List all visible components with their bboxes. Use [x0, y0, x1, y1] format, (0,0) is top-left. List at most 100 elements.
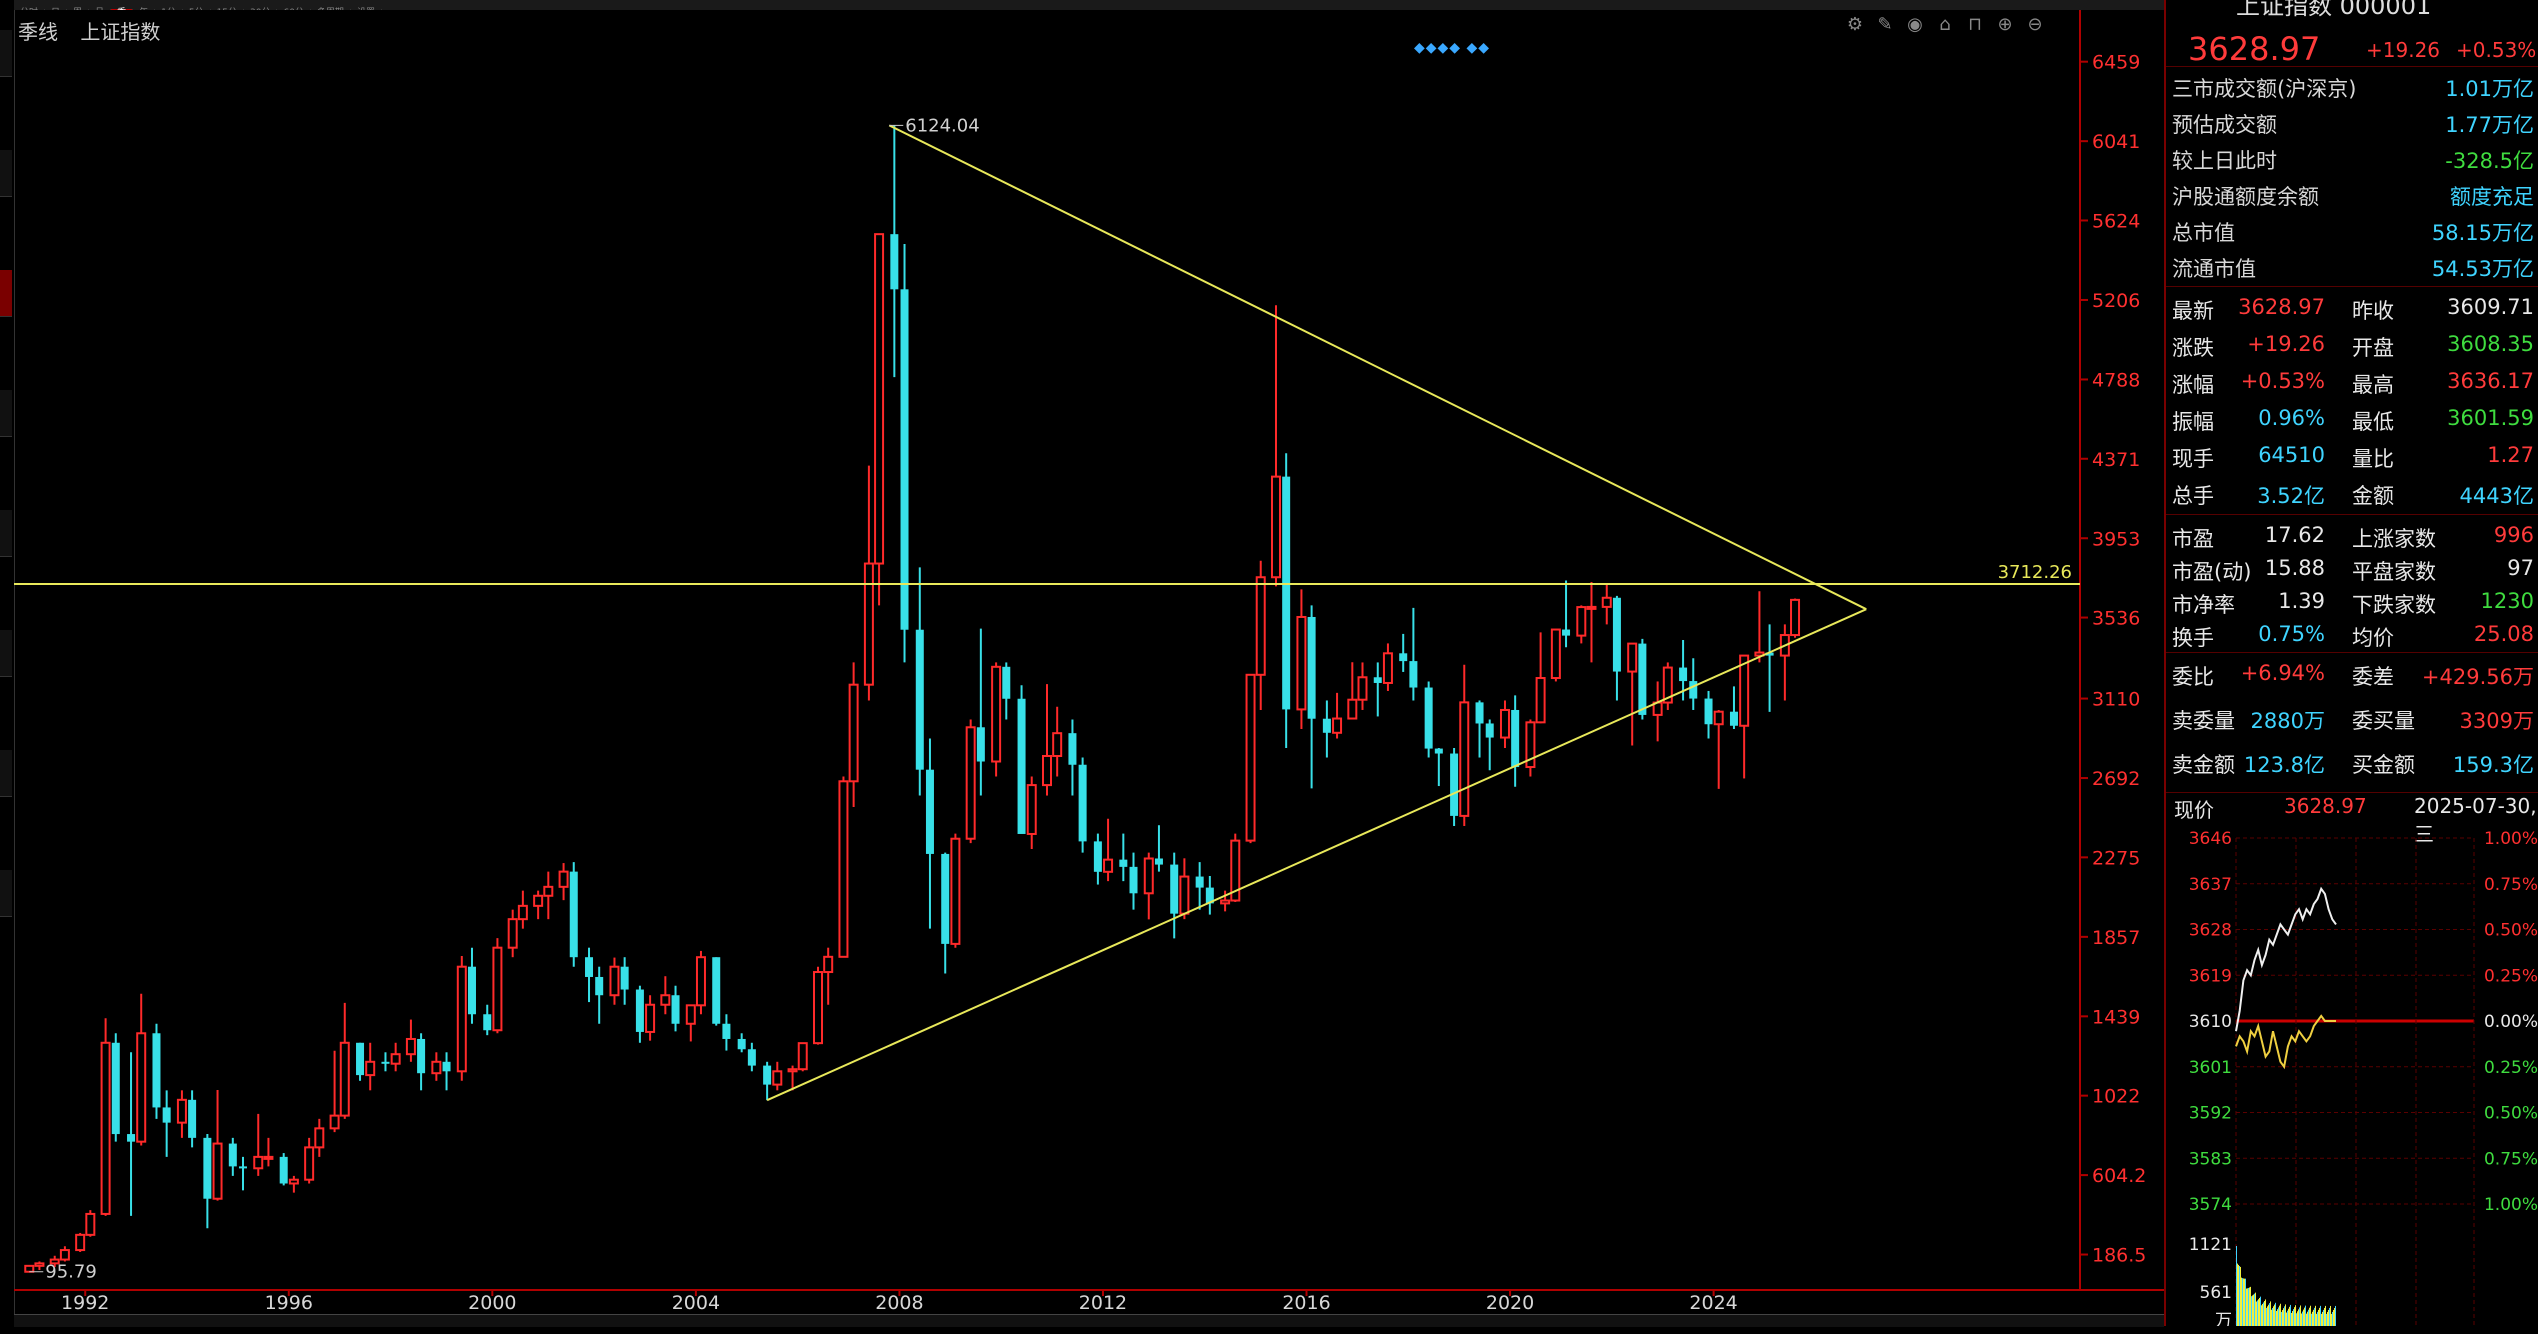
candle-body — [314, 1127, 325, 1149]
quote-value: 17.62 — [2264, 523, 2325, 547]
intraday-vol-bar — [2314, 1307, 2315, 1326]
info-row: 较上日此时 -328.5亿 — [2166, 140, 2538, 176]
kline-chart-area[interactable]: 6459 6041 5624 5206 4788 4371 3953 3536 3110 2692… — [14, 10, 2164, 1310]
candle-body — [1322, 718, 1331, 733]
intraday-vol-bar — [2285, 1304, 2286, 1326]
intraday-vol-bar — [2243, 1278, 2244, 1326]
triangle-lower-line[interactable] — [766, 608, 1867, 1102]
intraday-chart[interactable]: 3646 1.00% 3637 0.75% 3628 0.50% 3619 0.25% 3610… — [2166, 824, 2538, 1326]
intraday-now-label: 现价 — [2174, 798, 2214, 822]
info-row: 沪股通额度余额 额度充足 — [2166, 176, 2538, 212]
candle-body — [212, 1142, 223, 1200]
candle-body — [787, 1068, 798, 1073]
candle-body — [1245, 673, 1256, 842]
quote-value: 3.52亿 — [2257, 484, 2325, 508]
intraday-vol-bar — [2253, 1294, 2254, 1326]
left-strip-tab[interactable] — [0, 390, 12, 437]
quote-row: 市净率 1.39 下跌家数 1230 — [2166, 584, 2538, 617]
candle-body — [1270, 475, 1281, 579]
candle-body — [1739, 654, 1750, 727]
event-markers[interactable]: ◆◆◆◆ ◆◆ — [1414, 40, 1490, 56]
candle-body — [874, 233, 885, 565]
intraday-pct-tick: 0.00% — [2484, 1012, 2538, 1032]
lock-icon[interactable]: ⌂ — [1934, 14, 1956, 36]
quote-label: 总手 — [2172, 484, 2214, 508]
quote-label: 振幅 — [2172, 410, 2214, 434]
intraday-vol-tick: 万 — [2215, 1311, 2232, 1326]
intraday-vol-bar — [2257, 1300, 2258, 1326]
kline-chart[interactable]: 6459 6041 5624 5206 4788 4371 3953 3536 3110 2692… — [14, 10, 2164, 1310]
candle-body — [100, 1041, 111, 1215]
quote-label: 委比 — [2172, 665, 2214, 689]
intraday-vol-bar — [2246, 1288, 2247, 1326]
candle-body — [660, 994, 671, 1006]
candle-body — [238, 1166, 247, 1169]
y-tick-label: 3110 — [2092, 689, 2140, 711]
intraday-vol-tick: 1121 — [2189, 1235, 2232, 1255]
intraday-vol-bar — [2308, 1309, 2309, 1326]
candle-body — [1026, 784, 1037, 835]
triangle-upper-line[interactable] — [888, 124, 1867, 611]
candle-body — [747, 1049, 756, 1066]
intraday-vol-bar — [2303, 1309, 2304, 1326]
intraday-vol-bar — [2268, 1304, 2269, 1326]
info-value: 1.77万亿 — [2445, 113, 2534, 137]
left-strip-tab[interactable] — [0, 30, 12, 77]
info-row: 预估成交额 1.77万亿 — [2166, 104, 2538, 140]
candle-body — [1550, 628, 1561, 680]
x-tick-label: 2000 — [468, 1292, 516, 1310]
intraday-pct-tick: 0.50% — [2484, 1104, 2538, 1124]
candle-body — [1220, 899, 1231, 905]
left-strip-tab[interactable] — [0, 750, 12, 797]
candle-body — [24, 1264, 35, 1273]
minus-circle-icon[interactable]: ⊖ — [2024, 14, 2046, 36]
quote-header: 上证指数 000001 3628.97 +19.26 +0.53% — [2166, 0, 2538, 68]
intraday-vol-bar — [2335, 1305, 2336, 1326]
price-change-pct: +0.53% — [2456, 38, 2537, 62]
intraday-avg-line — [2235, 1014, 2336, 1070]
quote-label: 买金额 — [2352, 753, 2415, 777]
left-strip-tab[interactable] — [0, 270, 12, 317]
candle-body — [1601, 596, 1612, 608]
candle-body — [188, 1099, 197, 1138]
intraday-vol-bar — [2301, 1313, 2302, 1326]
info-value: 1.01万亿 — [2445, 77, 2534, 101]
candle-body — [558, 870, 569, 888]
intraday-vol-bar — [2290, 1304, 2291, 1326]
intraday-vol-bar — [2332, 1311, 2333, 1326]
intraday-vol-bar — [2298, 1309, 2299, 1326]
intraday-vol-bar — [2248, 1287, 2249, 1326]
quote-label: 涨跌 — [2172, 336, 2214, 360]
info-row: 流通市值 54.53万亿 — [2166, 248, 2538, 284]
intraday-vol-bar — [2322, 1311, 2323, 1326]
candle-body — [1307, 616, 1316, 719]
left-strip-tab[interactable] — [0, 630, 12, 677]
candle-body — [365, 1060, 376, 1077]
unlock-icon[interactable]: ⊓ — [1964, 14, 1986, 36]
x-tick-label: 2024 — [1689, 1292, 1737, 1310]
intraday-vol-bar — [2282, 1310, 2283, 1326]
intraday-vol-bar — [2310, 1305, 2311, 1326]
quote-label: 金额 — [2352, 484, 2394, 508]
quote-value: 3636.17 — [2447, 369, 2534, 393]
intraday-vol-bar — [2250, 1286, 2251, 1326]
quote-value: 996 — [2493, 523, 2534, 547]
left-strip-tab[interactable] — [0, 510, 12, 557]
candle-body — [1195, 876, 1204, 888]
intraday-vol-bar — [2270, 1301, 2271, 1326]
intraday-vol-bar — [2273, 1306, 2274, 1326]
plus-circle-icon[interactable]: ⊕ — [1994, 14, 2016, 36]
eye-icon[interactable]: ◉ — [1904, 14, 1926, 36]
settings-icon[interactable]: ⚙ — [1844, 14, 1866, 36]
candle-body — [838, 780, 849, 958]
quote-label: 现手 — [2172, 447, 2214, 471]
info-value: 58.15万亿 — [2431, 221, 2534, 245]
pen-icon[interactable]: ✎ — [1874, 14, 1896, 36]
intraday-vol-bar — [2279, 1305, 2280, 1326]
intraday-vol-bar — [2289, 1306, 2290, 1326]
candle-body — [34, 1262, 45, 1267]
quote-label: 换手 — [2172, 626, 2214, 650]
quote-row: 现手 64510 量比 1.27 — [2166, 438, 2538, 475]
left-strip-tab[interactable] — [0, 870, 12, 917]
left-strip-tab[interactable] — [0, 150, 12, 197]
